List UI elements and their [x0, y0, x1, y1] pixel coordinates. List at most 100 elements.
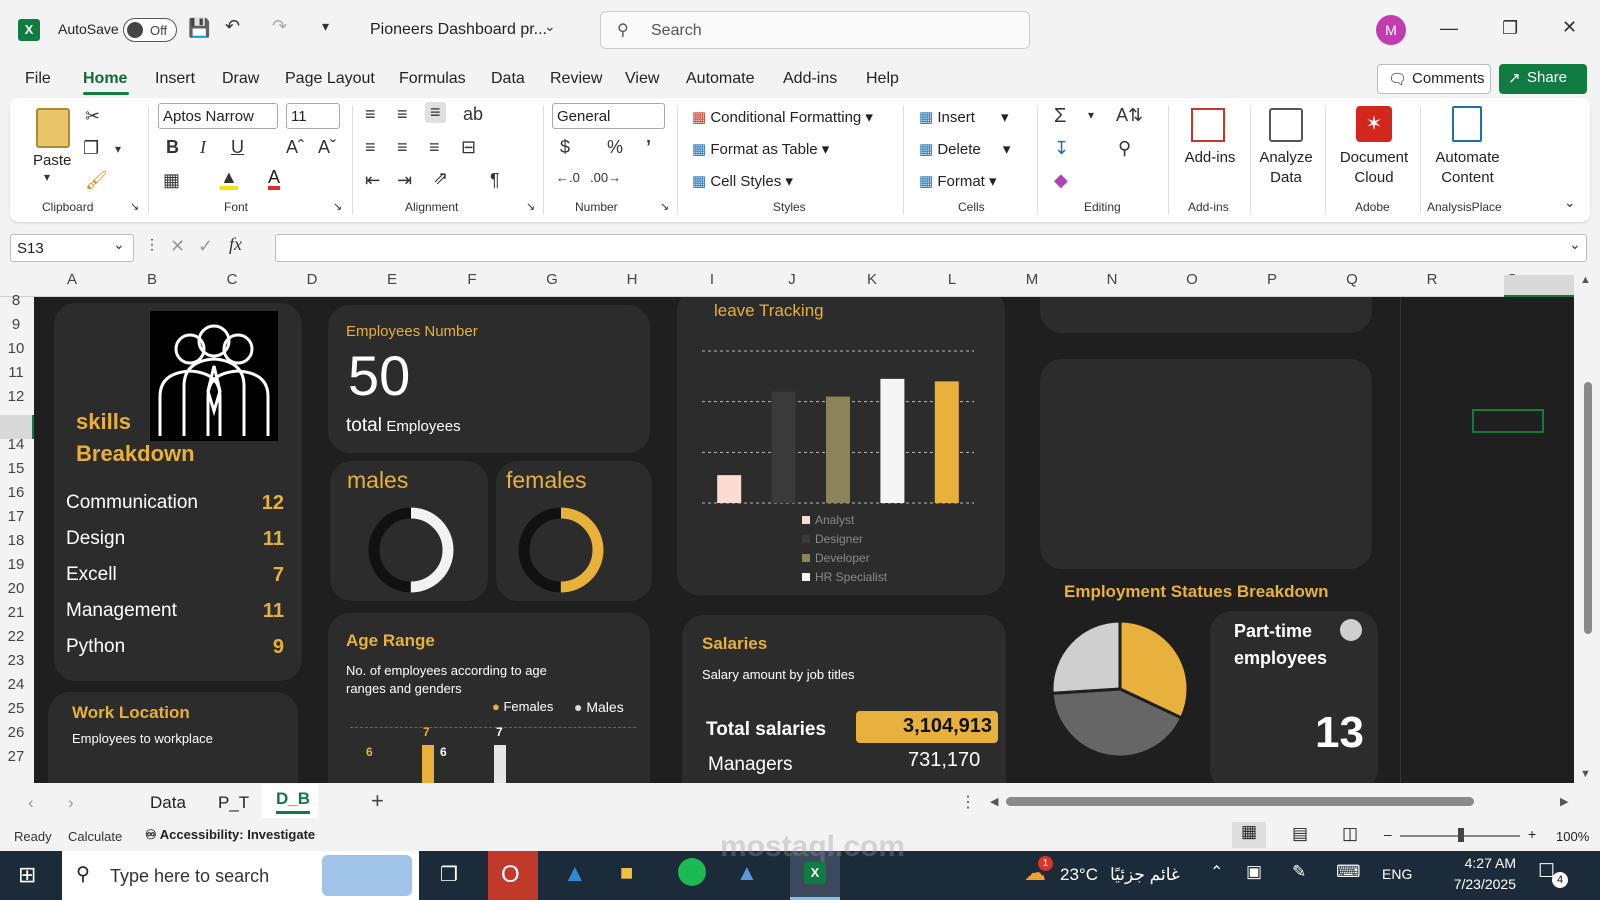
clock-date[interactable]: 7/23/2025 [1430, 876, 1516, 892]
decrease-indent-icon[interactable]: ⇤ [365, 170, 380, 191]
tab-view[interactable]: View [625, 70, 659, 88]
align-bottom-icon[interactable]: ≡ [425, 102, 446, 123]
align-center-icon[interactable]: ≡ [397, 137, 408, 158]
column-header[interactable]: B [142, 271, 162, 288]
column-header[interactable]: E [382, 271, 402, 288]
search-input[interactable]: ⚲ Search [600, 11, 1030, 49]
keyboard-icon[interactable]: ⌨ [1336, 862, 1361, 882]
paste-dropdown-icon[interactable]: ▾ [44, 170, 50, 184]
dashboard-sheet[interactable]: skills Breakdown Communication 12 Design 11… [34, 297, 1574, 783]
column-header[interactable]: J [782, 271, 802, 288]
font-name-select[interactable]: Aptos Narrow [158, 103, 278, 129]
automate-content-icon[interactable] [1452, 106, 1482, 142]
column-header[interactable]: O [1182, 271, 1202, 288]
more-options-icon[interactable]: ⋮ [960, 792, 976, 812]
vscode-icon[interactable]: ▲ [563, 860, 587, 888]
add-sheet-icon[interactable]: + [371, 788, 384, 814]
tab-page-layout[interactable]: Page Layout [285, 70, 375, 88]
task-view-icon[interactable]: ❐ [440, 862, 458, 887]
row-header[interactable]: 8 [0, 292, 32, 309]
row-header[interactable]: 26 [0, 724, 32, 741]
number-format-select[interactable]: General [552, 103, 665, 129]
next-sheet-icon[interactable]: › [68, 793, 74, 813]
redo-icon[interactable]: ↷ [272, 16, 287, 37]
column-header[interactable]: L [942, 271, 962, 288]
document-cloud-button[interactable]: Document Cloud [1334, 148, 1414, 188]
sort-filter-icon[interactable]: A⇅ [1116, 105, 1143, 126]
column-header[interactable]: K [862, 271, 882, 288]
row-header[interactable]: 24 [0, 676, 32, 693]
number-dialog-launcher-icon[interactable]: ↘ [660, 200, 669, 213]
excel-icon[interactable]: X [18, 19, 40, 41]
format-painter-icon[interactable]: 🖌 [85, 170, 108, 191]
insert-function-icon[interactable]: fx [229, 234, 242, 255]
row-header[interactable]: 16 [0, 484, 32, 501]
column-header[interactable]: C [222, 271, 242, 288]
selected-cell-s13[interactable] [1472, 409, 1544, 433]
row-header[interactable]: 12 [0, 388, 32, 405]
decrease-decimal-icon[interactable]: .00→ [590, 170, 621, 185]
currency-icon[interactable]: $ [560, 137, 570, 158]
comma-style-icon[interactable]: ’ [646, 137, 651, 158]
column-header[interactable]: N [1102, 271, 1122, 288]
clock-time[interactable]: 4:27 AM [1450, 855, 1516, 871]
tab-home[interactable]: Home [83, 70, 127, 88]
cut-icon[interactable]: ✂ [85, 106, 100, 127]
row-header[interactable]: 11 [0, 364, 32, 381]
font-color-icon[interactable]: A [268, 168, 281, 190]
autosum-dropdown-icon[interactable]: ▾ [1088, 108, 1094, 122]
increase-font-icon[interactable]: Aˆ [286, 137, 304, 158]
insert-cells-button[interactable]: ▦ Insert ▾ [919, 108, 1009, 126]
copy-dropdown-icon[interactable]: ▾ [115, 142, 121, 156]
zoom-slider-thumb[interactable] [1458, 828, 1464, 842]
file-explorer-icon[interactable]: ■ [620, 860, 633, 886]
row-header[interactable]: 10 [0, 340, 32, 357]
align-left-icon[interactable]: ≡ [365, 137, 376, 158]
selected-column-header[interactable] [1504, 275, 1574, 297]
share-button[interactable]: ↗ Share [1499, 64, 1587, 94]
scroll-right-icon[interactable]: ▶ [1560, 795, 1568, 808]
scroll-left-icon[interactable]: ◀ [990, 795, 998, 808]
weather-temp[interactable]: 23°C [1060, 865, 1098, 885]
opera-icon[interactable]: O [488, 851, 538, 900]
increase-decimal-icon[interactable]: ←.0 [556, 170, 580, 185]
language-indicator[interactable]: ENG [1382, 866, 1412, 882]
accessibility-status[interactable]: ♾ Accessibility: Investigate [145, 827, 315, 843]
prev-sheet-icon[interactable]: ‹ [28, 793, 34, 813]
taskbar-search[interactable]: ⚲ Type here to search [62, 851, 419, 900]
copy-icon[interactable]: ❐ [83, 138, 99, 159]
tab-review[interactable]: Review [550, 70, 602, 88]
row-header[interactable]: 20 [0, 580, 32, 597]
sheet-tab-d-b[interactable]: D_B [276, 789, 311, 814]
name-box-dropdown-icon[interactable]: ⌄ [113, 236, 125, 253]
formula-input[interactable] [275, 234, 1587, 262]
collapse-ribbon-icon[interactable]: ⌄ [1564, 194, 1576, 211]
delete-cells-button[interactable]: ▦ Delete ▾ [919, 140, 1010, 158]
more-icon[interactable]: ⋮ [145, 236, 159, 253]
row-header[interactable]: 21 [0, 604, 32, 621]
horizontal-scroll-thumb[interactable] [1006, 797, 1474, 806]
format-as-table-button[interactable]: ▦ Format as Table ▾ [692, 140, 829, 158]
column-header[interactable]: F [462, 271, 482, 288]
tab-insert[interactable]: Insert [155, 70, 195, 88]
column-header[interactable]: M [1022, 271, 1042, 288]
borders-icon[interactable]: ▦ [163, 170, 180, 191]
fill-color-icon[interactable]: ▲ [220, 168, 238, 190]
avatar[interactable]: M [1376, 15, 1406, 45]
row-header[interactable]: 27 [0, 748, 32, 765]
row-header[interactable]: 25 [0, 700, 32, 717]
fill-icon[interactable]: ↧ [1054, 138, 1069, 159]
format-cells-button[interactable]: ▦ Format ▾ [919, 172, 997, 190]
comments-button[interactable]: 🗨 Comments [1377, 64, 1491, 94]
weather-text[interactable]: غائم جزئيًا [1110, 865, 1180, 885]
rtl-icon[interactable]: ¶ [490, 170, 500, 191]
zoom-level[interactable]: 100% [1556, 829, 1589, 844]
align-top-icon[interactable]: ≡ [365, 104, 376, 125]
orientation-icon[interactable]: ⇗ [433, 168, 448, 189]
tab-automate[interactable]: Automate [686, 70, 754, 88]
tab-help[interactable]: Help [866, 70, 899, 88]
row-header[interactable]: 19 [0, 556, 32, 573]
status-calculate[interactable]: Calculate [68, 829, 122, 844]
customize-qat-icon[interactable]: ▾ [322, 18, 329, 35]
row-header[interactable]: 18 [0, 532, 32, 549]
